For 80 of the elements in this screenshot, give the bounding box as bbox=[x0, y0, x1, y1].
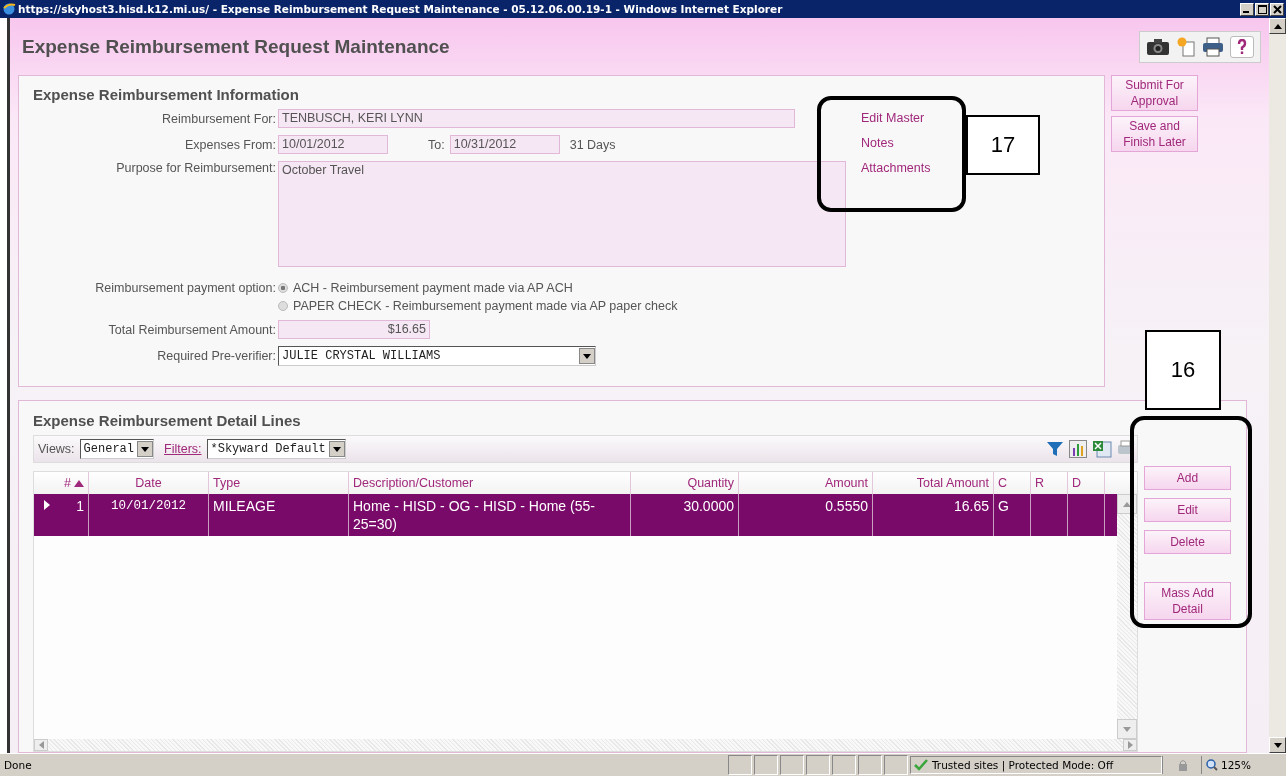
checkmark-icon bbox=[914, 759, 928, 771]
zone-text: Trusted sites | Protected Mode: Off bbox=[932, 759, 1114, 771]
total-amount-field: $16.65 bbox=[278, 320, 430, 339]
radio-button[interactable] bbox=[278, 283, 288, 293]
browser-logo-icon bbox=[2, 2, 16, 16]
section-heading: Expense Reimbursement Detail Lines bbox=[33, 412, 302, 429]
table-cell: 1 bbox=[34, 494, 89, 536]
field-label: Total Reimbursement Amount: bbox=[107, 322, 277, 337]
table-cell: 16.65 bbox=[873, 494, 994, 536]
scroll-down-icon bbox=[1273, 742, 1282, 748]
table-cell: Home - HISD - OG - HISD - Home (55-25=30) bbox=[349, 494, 631, 536]
status-pane bbox=[728, 755, 752, 775]
radio-button[interactable] bbox=[278, 301, 288, 311]
link[interactable]: Notes bbox=[861, 136, 931, 150]
scroll-up-icon bbox=[1123, 501, 1131, 507]
spreadsheet-icon[interactable] bbox=[1092, 440, 1112, 458]
status-pane bbox=[780, 755, 804, 775]
close-button[interactable] bbox=[1270, 2, 1284, 16]
action-button[interactable]: Delete bbox=[1144, 530, 1231, 554]
maximize-icon bbox=[1257, 4, 1267, 14]
action-button[interactable]: Save and Finish Later bbox=[1111, 116, 1198, 152]
section-heading: Expense Reimbursement Information bbox=[33, 86, 300, 103]
table-cell: 10/01/2012 bbox=[89, 494, 209, 536]
action-button[interactable]: Add bbox=[1144, 466, 1231, 490]
help-button[interactable] bbox=[1230, 35, 1254, 58]
table-cell: 30.0000 bbox=[631, 494, 739, 536]
field-label: To: bbox=[428, 137, 445, 152]
action-button[interactable]: Submit For Approval bbox=[1111, 75, 1198, 111]
page-scrollbar[interactable] bbox=[1269, 18, 1286, 753]
field-label: Reimbursement payment option: bbox=[94, 281, 277, 295]
field-label: Purpose for Reimbursement: bbox=[115, 161, 277, 175]
link[interactable]: Attachments bbox=[861, 161, 931, 175]
views-dropdown[interactable]: General bbox=[79, 439, 154, 459]
field-label: Required Pre-verifier: bbox=[156, 349, 277, 363]
filter-icon[interactable] bbox=[1046, 441, 1064, 457]
filters-link[interactable]: Filters: bbox=[164, 442, 202, 456]
field-label: Reimbursement For: bbox=[161, 111, 277, 126]
row-pointer-icon bbox=[44, 500, 50, 510]
scroll-right-icon bbox=[1127, 741, 1133, 749]
reimbursement-for-field[interactable]: TENBUSCH, KERI LYNN bbox=[278, 109, 795, 128]
scroll-down-icon bbox=[1123, 726, 1131, 732]
action-button[interactable]: Edit bbox=[1144, 498, 1231, 522]
field-label: Expenses From: bbox=[184, 137, 277, 152]
magnifier-icon bbox=[1206, 759, 1218, 771]
status-pane bbox=[754, 755, 778, 775]
table-row[interactable]: 1 10/01/2012 MILEAGE Home - HISD - OG - HISD - Home (55-25=30) 30.0000 0.5550 16.65 G bbox=[34, 494, 1117, 536]
link[interactable]: Edit Master bbox=[861, 111, 931, 125]
status-pane bbox=[858, 755, 882, 775]
radio-label: ACH - Reimbursement payment made via AP ACH bbox=[293, 281, 573, 295]
horizontal-scrollbar[interactable] bbox=[34, 739, 1137, 751]
purpose-field[interactable]: October Travel bbox=[278, 161, 846, 267]
question-mark-icon bbox=[1237, 38, 1247, 55]
maximize-button[interactable] bbox=[1255, 2, 1269, 16]
status-pane bbox=[884, 755, 908, 775]
status-pane bbox=[806, 755, 830, 775]
views-label: Views: bbox=[38, 442, 75, 456]
expenses-from-field[interactable]: 10/01/2012 bbox=[278, 135, 388, 154]
callout-number: 16 bbox=[1145, 330, 1221, 410]
print-icon[interactable] bbox=[1202, 36, 1224, 57]
bar-chart-icon[interactable] bbox=[1069, 440, 1087, 458]
preverifier-dropdown[interactable]: JULIE CRYSTAL WILLIAMS bbox=[278, 346, 596, 366]
expenses-to-field[interactable]: 10/31/2012 bbox=[449, 135, 560, 154]
status-text: Done bbox=[3, 759, 32, 771]
scroll-left-icon bbox=[38, 741, 44, 749]
close-icon bbox=[1272, 4, 1282, 14]
table-cell: 0.5550 bbox=[739, 494, 873, 536]
action-button[interactable]: Mass Add Detail bbox=[1144, 582, 1231, 620]
days-count: 31 Days bbox=[569, 137, 616, 152]
minimize-button[interactable] bbox=[1240, 2, 1254, 16]
table-cell: MILEAGE bbox=[209, 494, 349, 536]
radio-label: PAPER CHECK - Reimbursement payment made via AP paper check bbox=[293, 299, 678, 313]
status-pane bbox=[832, 755, 856, 775]
scroll-up-icon bbox=[1273, 23, 1282, 29]
callout-number: 17 bbox=[966, 115, 1040, 175]
page-title: Expense Reimbursement Request Maintenance bbox=[22, 35, 450, 58]
camera-icon[interactable] bbox=[1146, 37, 1170, 56]
table-cell: G bbox=[994, 494, 1031, 536]
window-title: https://skyhost3.hisd.k12.mi.us/ - Expense Reimbursement Request Maintenance - 05.12.06.00.19-1 - Windows Internet Explorer bbox=[18, 3, 783, 15]
filters-dropdown[interactable]: *Skyward Default bbox=[206, 439, 346, 459]
zoom-button[interactable]: 125% bbox=[1201, 756, 1286, 774]
